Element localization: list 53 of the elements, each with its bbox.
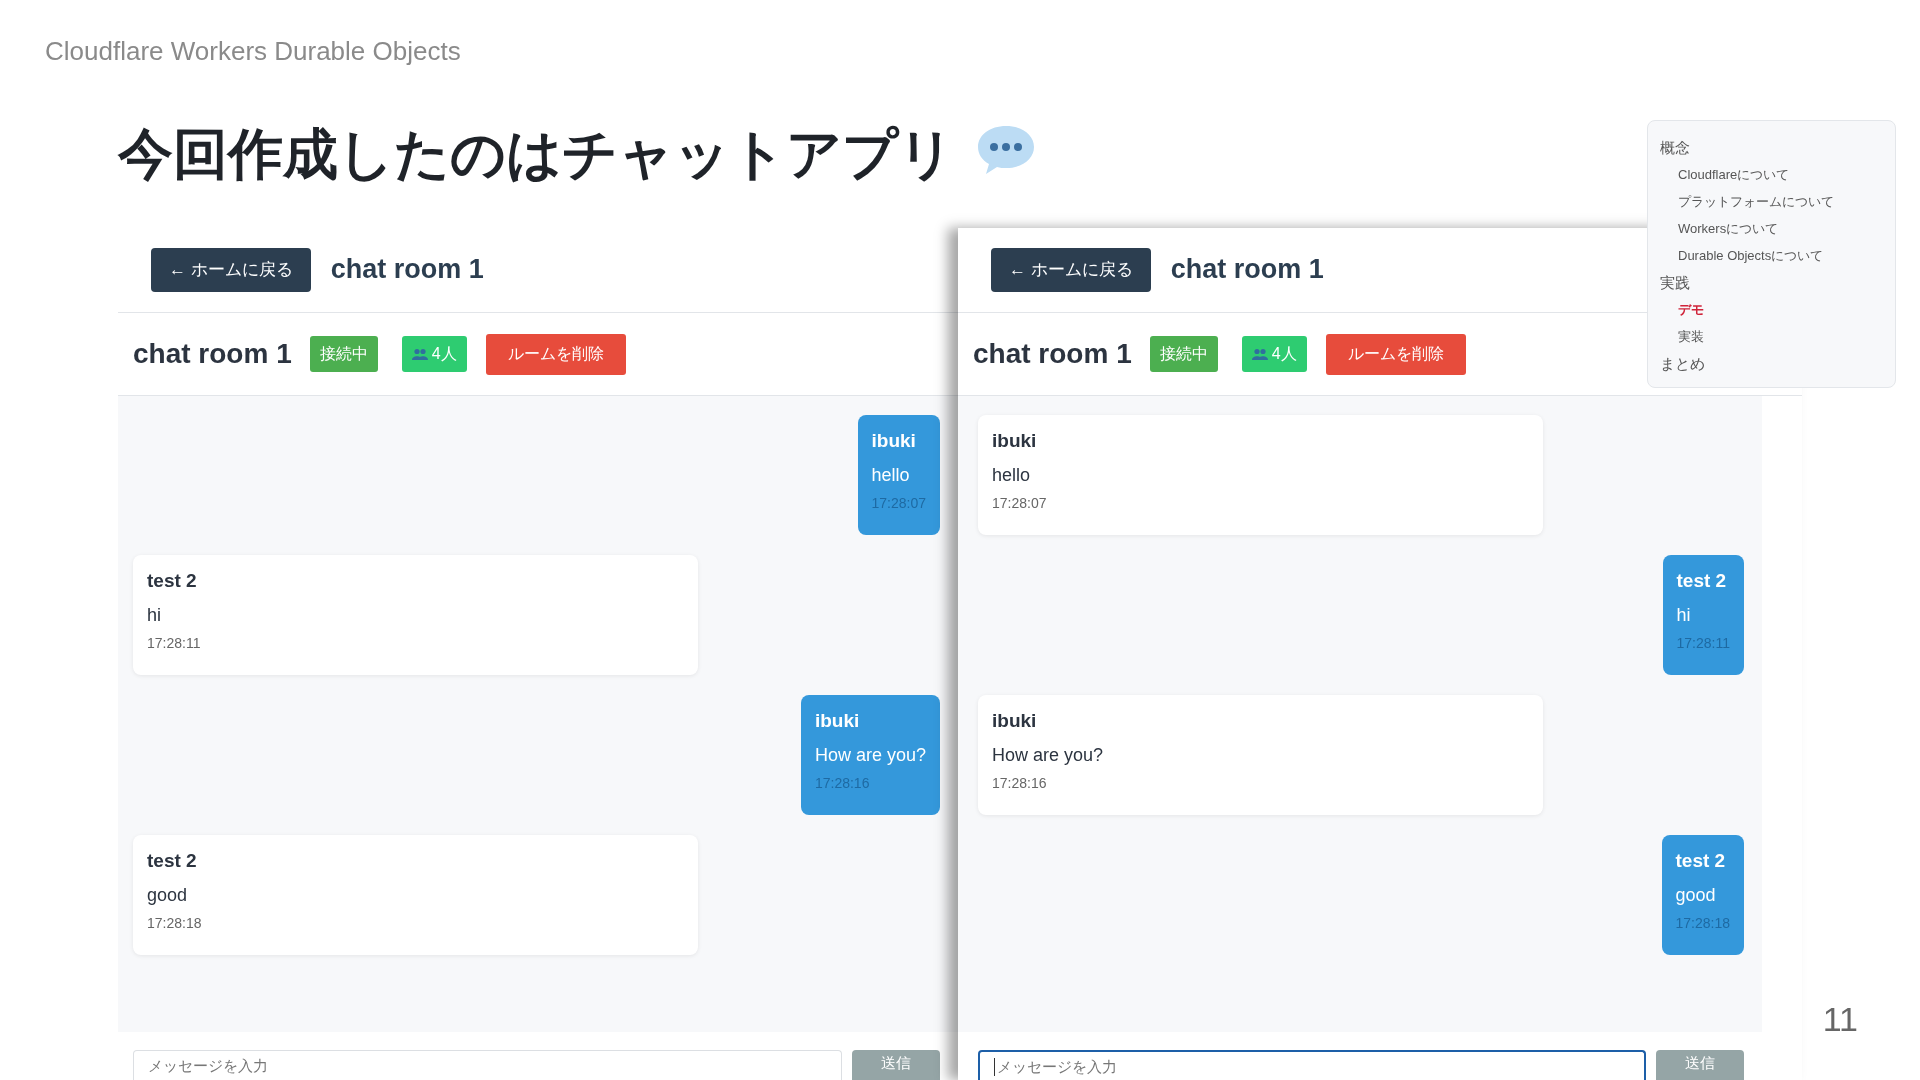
message-time: 17:28:11 [1676,635,1730,652]
toc-item[interactable]: デモ [1660,296,1883,323]
message-text: hi [1676,604,1692,628]
connection-status-badge: 接続中 [1149,336,1218,372]
message-text: good [1675,884,1717,908]
connection-status-badge: 接続中 [309,336,378,372]
message-time: 17:28:07 [871,495,926,512]
page-number: 11 [1822,1000,1858,1039]
toc-item[interactable]: 概念 [1660,134,1883,161]
people-icon [411,348,428,360]
message-text: hello [871,464,911,488]
message-input-field[interactable]: メッセージを入力 [133,1050,842,1080]
message-text: hi [147,604,162,628]
message-time: 17:28:16 [992,775,1048,792]
message-time: 17:28:11 [147,635,202,652]
slide-title: 今回作成したのはチャットアプリ [118,122,954,187]
message-time: 17:28:18 [147,915,203,932]
slide-header: Cloudflare Workers Durable Objects [45,36,461,67]
toc-item[interactable]: プラットフォームについて [1660,188,1883,215]
message-sender: ibuki [871,429,917,454]
message-text: How are you? [992,744,1105,768]
delete-room-button[interactable]: ルームを削除 [485,333,626,375]
message-text: hello [992,464,1032,488]
toc-item[interactable]: 実装 [1660,323,1883,350]
member-count: 4人 [1271,343,1297,364]
member-count: 4人 [431,343,457,364]
message-sender: ibuki [992,429,1038,454]
toc-item[interactable]: 実践 [1660,269,1883,296]
toc-item[interactable]: Durable Objectsについて [1660,242,1883,269]
back-home-button[interactable]: ← ホームに戻る [991,247,1151,292]
toc-item[interactable]: Cloudflareについて [1660,161,1883,188]
toc-item[interactable]: Workersについて [1660,215,1883,242]
message-text: good [147,884,189,908]
message-sender: ibuki [814,709,861,734]
message-text: How are you? [814,744,926,768]
message-sender: test 2 [147,569,198,594]
delete-room-button[interactable]: ルームを削除 [1325,333,1466,375]
room-title: chat room 1 [1170,254,1324,286]
people-icon [1251,348,1268,360]
message-time: 17:28:16 [814,775,871,792]
message-time: 17:28:18 [1675,915,1730,932]
speech-bubble-icon [976,124,1036,176]
toc-item[interactable]: まとめ [1660,350,1883,377]
room-name: chat room 1 [973,338,1132,370]
room-title: chat room 1 [330,254,484,286]
message-sender: ibuki [992,709,1038,734]
room-name: chat room 1 [133,338,292,370]
message-sender: test 2 [147,849,198,874]
message-time: 17:28:07 [992,495,1048,512]
message-input-field[interactable]: メッセージを入力 [978,1050,1646,1080]
message-sender: test 2 [1675,849,1727,874]
message-sender: test 2 [1676,569,1728,594]
back-home-button[interactable]: ← ホームに戻る [151,247,311,292]
